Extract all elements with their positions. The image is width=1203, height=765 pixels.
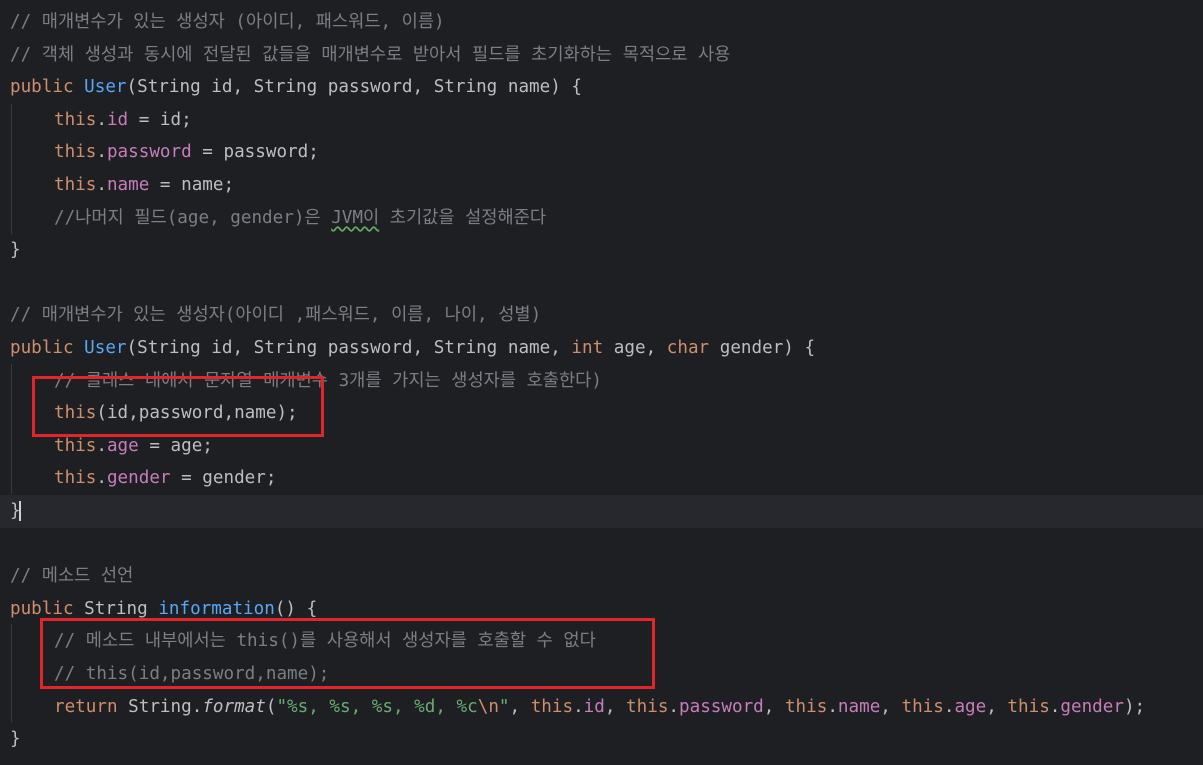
field-name: name xyxy=(837,696,881,717)
code-editor[interactable]: // 매개변수가 있는 생성자 (아이디, 패스워드, 이름) // 객체 생성… xyxy=(0,0,1203,765)
keyword: this xyxy=(54,109,97,130)
field-name: gender xyxy=(106,468,171,489)
code-line[interactable]: this.password = password; xyxy=(0,136,1203,169)
code-text: = gender; xyxy=(170,468,277,489)
keyword: this xyxy=(54,435,97,456)
closing-brace: } xyxy=(10,729,21,750)
constructor-name: User xyxy=(84,77,127,98)
static-method-name: format xyxy=(202,696,266,717)
code-text: = id; xyxy=(128,109,192,130)
keyword: return xyxy=(54,696,118,717)
comment: // 매개변수가 있는 생성자 (아이디, 패스워드, 이름) xyxy=(10,12,445,32)
comment: 초기값을 설정해준다 xyxy=(379,207,547,228)
comment: // 메소드 선언 xyxy=(10,566,134,587)
field-name: password xyxy=(679,696,764,717)
code-line[interactable]: } xyxy=(0,234,1203,267)
code-line[interactable]: this.name = name; xyxy=(0,169,1203,202)
keyword: int xyxy=(571,338,604,358)
keyword: char xyxy=(666,338,710,358)
code-line[interactable]: this.gender = gender; xyxy=(0,462,1203,495)
code-text: = password; xyxy=(191,142,319,163)
constructor-name: User xyxy=(84,338,127,358)
field-name: name xyxy=(106,175,150,195)
code-text: () { xyxy=(274,598,318,619)
keyword: public xyxy=(10,598,74,619)
code-line[interactable] xyxy=(0,267,1203,300)
code-line[interactable]: // 매개변수가 있는 생성자 (아이디, 패스워드, 이름) xyxy=(0,6,1203,39)
comment: // 객체 생성과 동시에 전달된 값들을 매개변수로 받아서 필드를 초기화하… xyxy=(10,44,731,65)
highlight-box xyxy=(32,376,324,437)
code-line[interactable]: } xyxy=(0,723,1203,756)
code-line[interactable] xyxy=(0,528,1203,561)
field-name: id xyxy=(583,696,605,717)
string-literal: "%s, %s, %s, %d, %c xyxy=(276,696,478,717)
keyword: this xyxy=(54,142,97,163)
text-caret xyxy=(18,501,21,521)
string-literal: " xyxy=(498,696,510,717)
code-line[interactable]: //나머지 필드(age, gender)은 JVM이 초기값을 설정해준다 xyxy=(0,202,1203,235)
comment: // 매개변수가 있는 생성자(아이디 ,패스워드, 이름, 나이, 성별) xyxy=(10,305,542,326)
code-text: = age; xyxy=(138,435,213,456)
code-line[interactable]: // 메소드 선언 xyxy=(0,560,1203,593)
keyword: this xyxy=(54,175,97,195)
code-line[interactable]: // 객체 생성과 동시에 전달된 값들을 매개변수로 받아서 필드를 초기화하… xyxy=(0,39,1203,72)
field-name: gender xyxy=(1060,696,1124,717)
field-name: age xyxy=(954,696,987,717)
escape-sequence: \n xyxy=(477,696,499,717)
field-name: age xyxy=(106,435,139,456)
comment: //나머지 필드(age, gender)은 xyxy=(54,207,332,228)
code-text: (String id, String password, String name… xyxy=(126,77,583,98)
code-line[interactable]: public User(String id, String password, … xyxy=(0,332,1203,365)
code-line[interactable]: return String.format("%s, %s, %s, %d, %c… xyxy=(0,691,1203,724)
keyword: public xyxy=(10,77,74,98)
type-name: String xyxy=(73,598,159,619)
code-line[interactable]: this.id = id; xyxy=(0,104,1203,137)
spelling-warning[interactable]: JVM이 xyxy=(331,208,379,228)
keyword: public xyxy=(10,338,74,358)
code-text: = name; xyxy=(149,175,235,195)
closing-brace: } xyxy=(10,240,21,261)
code-line[interactable]: public User(String id, String password, … xyxy=(0,71,1203,104)
method-name: information xyxy=(158,598,275,619)
code-line[interactable]: // 매개변수가 있는 생성자(아이디 ,패스워드, 이름, 나이, 성별) xyxy=(0,299,1203,332)
keyword: this xyxy=(54,468,97,489)
field-name: id xyxy=(106,109,129,130)
current-line[interactable]: } xyxy=(0,495,1203,528)
highlight-box xyxy=(40,618,655,689)
field-name: password xyxy=(106,142,192,163)
